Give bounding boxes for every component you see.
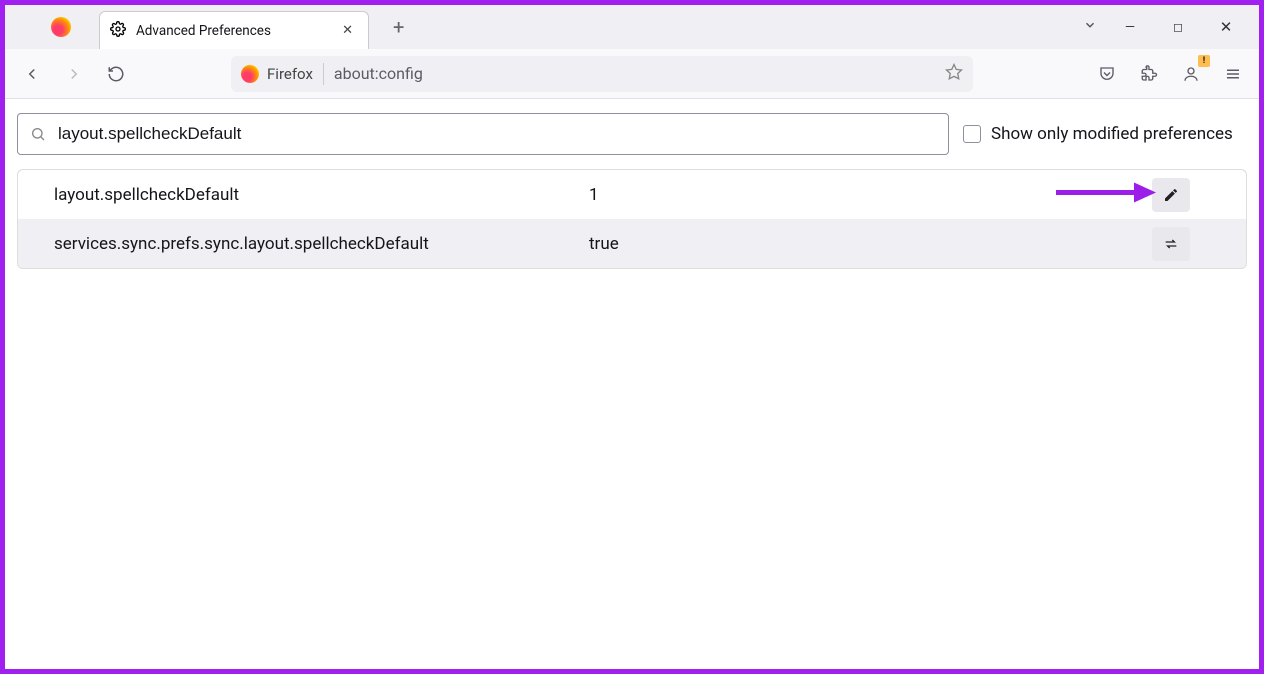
pocket-button[interactable] — [1091, 58, 1123, 90]
window-maximize-button[interactable]: ◻ — [1163, 20, 1193, 34]
preference-row[interactable]: services.sync.prefs.sync.layout.spellche… — [18, 219, 1246, 268]
search-icon — [30, 126, 46, 142]
list-tabs-button[interactable] — [1083, 18, 1097, 36]
browser-window: Advanced Preferences ✕ + — ◻ ✕ Firefox — [5, 5, 1259, 669]
preference-search-box[interactable] — [17, 113, 949, 155]
preference-name: layout.spellcheckDefault — [54, 185, 589, 205]
account-button[interactable]: ! — [1175, 58, 1207, 90]
show-modified-checkbox[interactable] — [963, 125, 981, 143]
show-modified-checkbox-row[interactable]: Show only modified preferences — [963, 124, 1233, 144]
firefox-icon — [241, 65, 259, 83]
identity-label: Firefox — [267, 65, 313, 83]
new-tab-button[interactable]: + — [385, 11, 412, 43]
window-minimize-button[interactable]: — — [1115, 20, 1145, 35]
pencil-icon — [1163, 187, 1179, 203]
back-button[interactable] — [15, 57, 49, 91]
preference-search-input[interactable] — [58, 124, 936, 144]
window-close-button[interactable]: ✕ — [1211, 18, 1241, 36]
preferences-list: layout.spellcheckDefault 1 services.sync… — [17, 169, 1247, 269]
about-config-content: Show only modified preferences layout.sp… — [5, 99, 1259, 669]
tab-title: Advanced Preferences — [136, 23, 327, 39]
tab-bar: Advanced Preferences ✕ + — ◻ ✕ — [5, 5, 1259, 49]
url-bar[interactable]: Firefox about:config — [231, 56, 973, 92]
firefox-logo-icon — [51, 17, 71, 37]
annotation-arrow — [1056, 180, 1156, 209]
edit-preference-button[interactable] — [1152, 178, 1190, 212]
toggle-icon — [1163, 236, 1179, 252]
forward-button[interactable] — [57, 57, 91, 91]
tab-close-button[interactable]: ✕ — [337, 20, 358, 41]
toggle-preference-button[interactable] — [1152, 227, 1190, 261]
separator — [323, 63, 324, 85]
preference-name: services.sync.prefs.sync.layout.spellche… — [54, 234, 589, 254]
gear-icon — [110, 21, 126, 41]
show-modified-label: Show only modified preferences — [991, 124, 1233, 144]
bookmark-star-button[interactable] — [945, 63, 963, 85]
preference-value: true — [589, 234, 1152, 254]
extensions-button[interactable] — [1133, 58, 1165, 90]
notification-badge-icon: ! — [1198, 55, 1210, 67]
nav-toolbar: Firefox about:config ! — [5, 49, 1259, 99]
reload-button[interactable] — [99, 57, 133, 91]
url-text[interactable]: about:config — [328, 64, 945, 83]
preference-row[interactable]: layout.spellcheckDefault 1 — [18, 170, 1246, 219]
browser-tab[interactable]: Advanced Preferences ✕ — [99, 11, 369, 49]
app-menu-button[interactable] — [1217, 58, 1249, 90]
